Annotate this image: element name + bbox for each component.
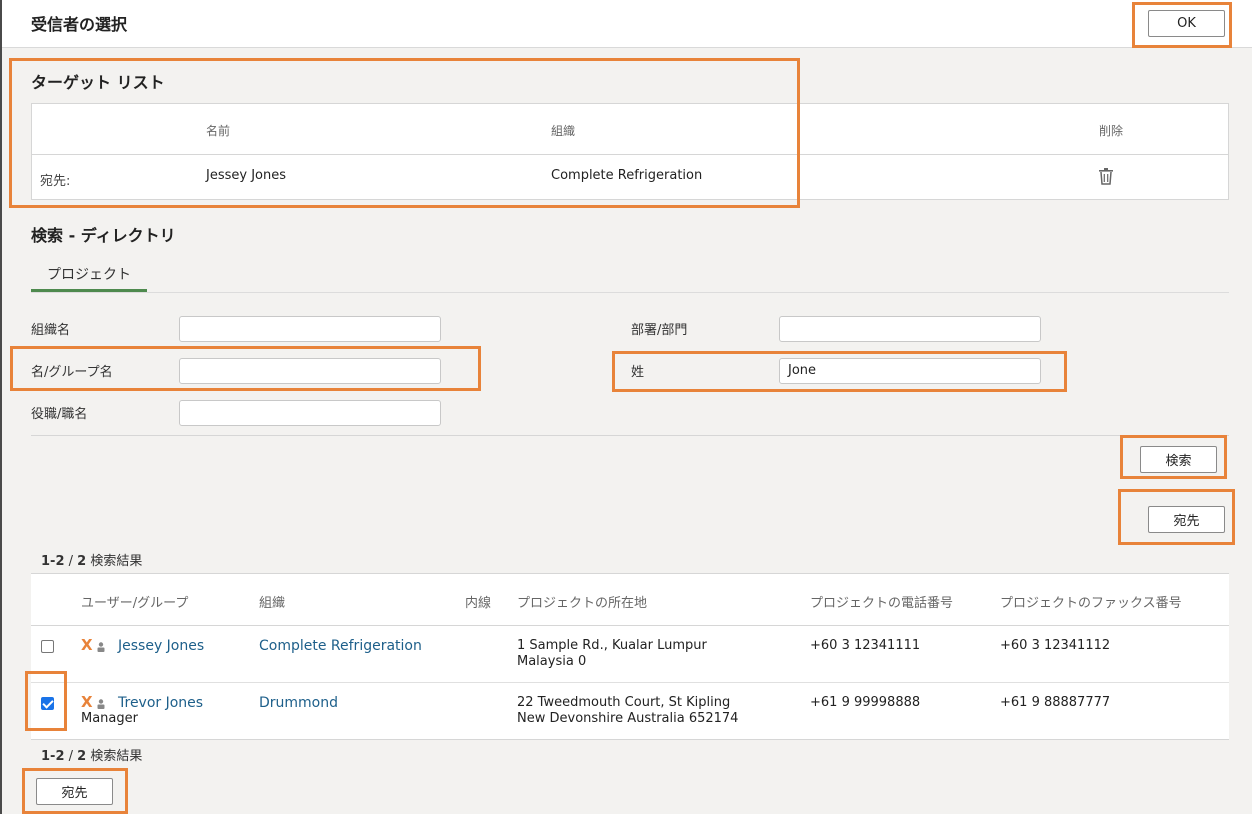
trash-icon[interactable] [1098,167,1114,189]
results-count-bottom: 1-2 / 2 検索結果 [41,745,142,764]
row-divider [31,682,1229,683]
department-input[interactable] [779,316,1041,342]
ok-button[interactable]: OK [1148,10,1225,37]
col-location: プロジェクトの所在地 [517,596,648,611]
x-icon: X [81,693,93,711]
add-to-bottom-button[interactable]: 宛先 [36,778,113,805]
row-org-link[interactable]: Drummond [259,695,338,711]
row-user-name[interactable]: Jessey Jones [118,638,204,654]
results-count-top: 1-2 / 2 検索結果 [41,550,142,569]
dialog-title: 受信者の選択 [31,15,128,34]
org-name-label: 組織名 [31,323,71,338]
tab-divider [31,292,1229,293]
first-name-input[interactable] [179,358,441,384]
row-divider [31,739,1229,740]
target-row-org: Complete Refrigeration [551,168,703,183]
col-user: ユーザー/グループ [81,596,189,611]
target-col-delete: 削除 [1099,124,1124,138]
row-location-line1: 22 Tweedmouth Court, St Kipling [517,695,731,710]
dialog-header [0,0,1252,48]
row-location-line2: New Devonshire Australia 652174 [517,711,739,726]
target-row-type: 宛先: [40,174,71,189]
user-icon [97,698,105,709]
results-table: ユーザー/グループ 組織 内線 プロジェクトの所在地 プロジェクトの電話番号 プ… [31,573,1229,740]
col-org: 組織 [259,596,286,611]
results-count-total: 2 [77,554,87,569]
target-list-title: ターゲット リスト [31,73,165,92]
row-org-link[interactable]: Complete Refrigeration [259,638,422,654]
col-phone: プロジェクトの電話番号 [810,596,954,611]
last-name-label: 姓 [631,365,645,380]
row-checkbox[interactable] [41,697,54,710]
job-title-input[interactable] [179,400,441,426]
org-name-input[interactable] [179,316,441,342]
job-title-label: 役職/職名 [31,407,88,422]
row-user-name[interactable]: Trevor Jones [118,695,203,711]
search-button[interactable]: 検索 [1140,446,1217,473]
results-count-suffix: 検索結果 [86,554,143,569]
results-count-total: 2 [77,749,87,764]
row-fax: +61 9 88887777 [1000,695,1111,710]
row-fax: +60 3 12341112 [1000,638,1111,653]
search-divider [31,435,1229,436]
col-fax: プロジェクトのファックス番号 [1000,596,1182,611]
row-location-line2: Malaysia 0 [517,654,587,669]
row-phone: +61 9 99998888 [810,695,921,710]
results-count-suffix: 検索結果 [86,749,143,764]
search-title: 検索 - ディレクトリ [31,226,176,245]
results-count-range: 1-2 [41,554,65,569]
x-icon: X [81,636,93,654]
row-location-line1: 1 Sample Rd., Kualar Lumpur [517,638,707,653]
row-phone: +60 3 12341111 [810,638,921,653]
window-edge [0,0,2,814]
target-divider [32,154,1228,155]
results-count-sep: / [64,554,78,569]
row-user-role: Manager [81,711,138,726]
target-row-name: Jessey Jones [206,168,286,183]
tab-project[interactable]: プロジェクト [47,264,131,284]
results-header-divider [31,625,1229,626]
last-name-input[interactable]: Jone [779,358,1041,384]
target-list-table: 名前 組織 削除 宛先: Jessey Jones Complete Refri… [31,103,1229,200]
user-icon [97,641,105,652]
first-name-label: 名/グループ名 [31,365,113,380]
target-col-org: 組織 [551,124,576,138]
target-col-name: 名前 [206,124,231,138]
col-ext: 内線 [465,596,492,611]
results-count-range: 1-2 [41,749,65,764]
row-checkbox[interactable] [41,640,54,653]
add-to-button[interactable]: 宛先 [1148,506,1225,533]
department-label: 部署/部門 [631,323,688,338]
results-count-sep: / [64,749,78,764]
